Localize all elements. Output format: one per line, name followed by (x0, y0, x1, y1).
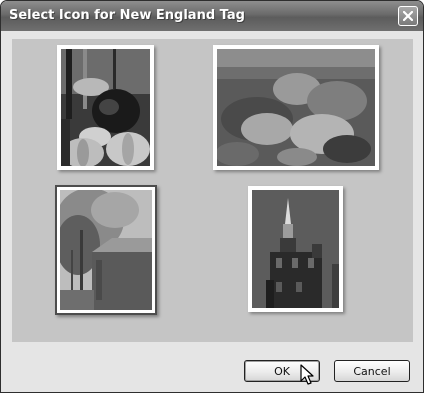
tree-barn-photo (60, 190, 152, 310)
mouse-pointer-icon (300, 364, 314, 390)
cancel-button[interactable]: Cancel (334, 360, 410, 382)
close-button[interactable] (398, 6, 418, 26)
icon-option-pumpkins[interactable] (57, 45, 154, 170)
icon-option-garden[interactable] (213, 45, 379, 170)
icon-option-church-tower[interactable] (248, 186, 343, 312)
church-tower-photo (252, 190, 339, 308)
icon-grid-panel (12, 39, 413, 342)
title-bar[interactable]: Select Icon for New England Tag (1, 1, 423, 31)
dialog-title: Select Icon for New England Tag (9, 8, 245, 23)
icon-option-tree-barn[interactable] (55, 185, 157, 315)
pumpkins-photo (61, 49, 150, 166)
icon-picker-dialog: Select Icon for New England Tag OK Cance… (0, 0, 424, 393)
garden-photo (217, 49, 375, 166)
